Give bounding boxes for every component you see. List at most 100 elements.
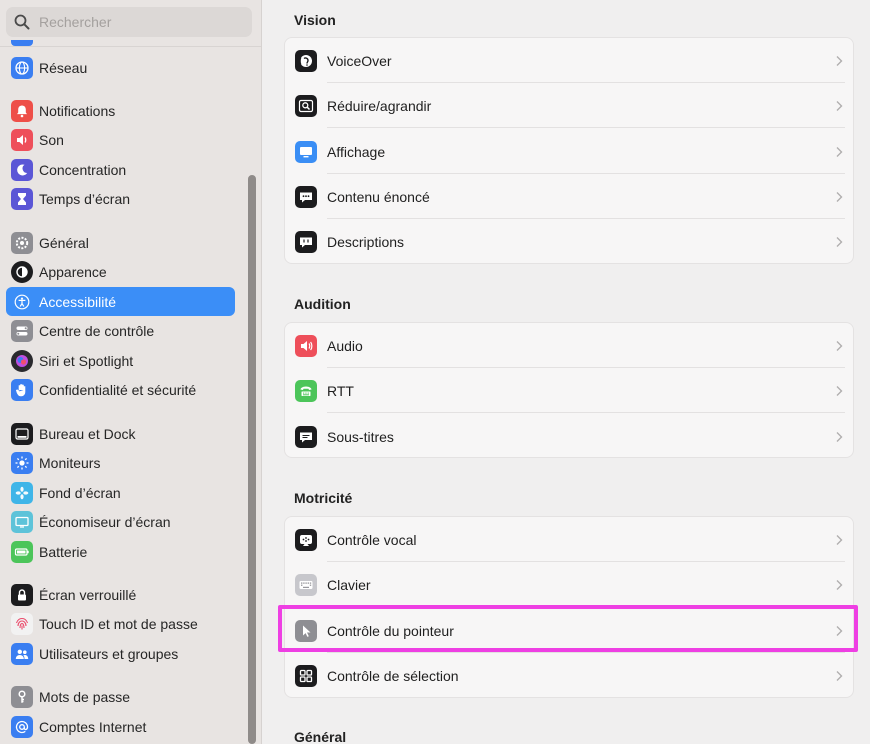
- row-label: Contrôle de sélection: [327, 667, 459, 684]
- group-vision: VoiceOver Réduire/agrandir Affichage Con…: [284, 37, 854, 264]
- row-label: Descriptions: [327, 233, 405, 250]
- voice-control-icon: [295, 528, 317, 551]
- spoken-content-icon: [295, 185, 317, 208]
- row-label: Clavier: [327, 576, 371, 593]
- moon-icon: [11, 158, 33, 181]
- chevron-right-icon: [836, 236, 843, 247]
- fingerprint-icon: [11, 612, 33, 635]
- chevron-right-icon: [836, 340, 843, 351]
- sidebar-item-mots-de-passe[interactable]: Mots de passe: [6, 682, 235, 711]
- row-contenu-enonce[interactable]: Contenu énoncé: [285, 174, 855, 219]
- sidebar-item-utilisateurs[interactable]: Utilisateurs et groupes: [6, 639, 235, 668]
- row-clavier[interactable]: Clavier: [285, 562, 855, 607]
- group-motricite: Contrôle vocal Clavier Contrôle du point…: [284, 516, 854, 698]
- sidebar-item-siri-spotlight[interactable]: Siri et Spotlight: [6, 346, 235, 375]
- row-label: Réduire/agrandir: [327, 97, 432, 114]
- sidebar-item-accessibilite[interactable]: Accessibilité: [6, 287, 235, 316]
- sidebar-item-label: Bureau et Dock: [39, 425, 136, 442]
- sidebar-item-label: Apparence: [39, 263, 107, 280]
- sidebar-item-label: Siri et Spotlight: [39, 352, 134, 369]
- sidebar-item-label: Moniteurs: [39, 454, 101, 471]
- siri-icon: [11, 349, 33, 372]
- pointer-icon: [295, 619, 317, 642]
- switch-control-icon: [295, 664, 317, 687]
- subtitles-icon: [295, 425, 317, 448]
- sidebar-scrollbar[interactable]: [248, 175, 256, 744]
- battery-icon: [11, 540, 33, 563]
- sidebar-item-touch-id[interactable]: Touch ID et mot de passe: [6, 609, 235, 638]
- globe-icon: [11, 56, 33, 79]
- chevron-right-icon: [836, 385, 843, 396]
- chevron-right-icon: [836, 431, 843, 442]
- sidebar-item-centre-controle[interactable]: Centre de contrôle: [6, 316, 235, 345]
- zoom-icon: [295, 94, 317, 117]
- sun-icon: [11, 451, 33, 474]
- dock-icon: [11, 422, 33, 445]
- divider: [0, 46, 261, 47]
- sidebar-item-ecran-verrouille[interactable]: Écran verrouillé: [6, 580, 235, 609]
- partial-sidebar-icon: [11, 40, 33, 46]
- sidebar-item-label: Centre de contrôle: [39, 322, 155, 339]
- row-reduire-agrandir[interactable]: Réduire/agrandir: [285, 83, 855, 128]
- divider: [327, 412, 845, 413]
- speaker-icon: [11, 128, 33, 151]
- sidebar-item-concentration[interactable]: Concentration: [6, 155, 235, 184]
- row-label: Contenu énoncé: [327, 188, 430, 205]
- hourglass-icon: [11, 187, 33, 210]
- row-descriptions[interactable]: Descriptions: [285, 219, 855, 264]
- chevron-right-icon: [836, 55, 843, 66]
- accessibility-icon: [11, 291, 33, 313]
- sidebar-item-label: Son: [39, 131, 64, 148]
- sidebar-item-label: Utilisateurs et groupes: [39, 645, 179, 662]
- chevron-right-icon: [836, 100, 843, 111]
- sidebar-item-apparence[interactable]: Apparence: [6, 257, 235, 286]
- row-controle-vocal[interactable]: Contrôle vocal: [285, 517, 855, 562]
- row-controle-selection[interactable]: Contrôle de sélection: [285, 653, 855, 698]
- sidebar-item-label: Accessibilité: [39, 293, 117, 310]
- chevron-right-icon: [836, 625, 843, 636]
- sidebar: Rechercher Réseau Notifications Son Conc…: [0, 0, 262, 744]
- sidebar-item-confidentialite[interactable]: Confidentialité et sécurité: [6, 375, 235, 404]
- sidebar-item-batterie[interactable]: Batterie: [6, 537, 235, 566]
- search-field[interactable]: Rechercher: [6, 7, 252, 37]
- main-content: Vision VoiceOver Réduire/agrandir Affich…: [262, 0, 870, 744]
- chevron-right-icon: [836, 146, 843, 157]
- lock-icon: [11, 583, 33, 606]
- row-label: Sous-titres: [327, 428, 394, 445]
- sidebar-item-son[interactable]: Son: [6, 125, 235, 154]
- row-label: VoiceOver: [327, 52, 392, 69]
- chevron-right-icon: [836, 670, 843, 681]
- row-controle-pointeur[interactable]: Contrôle du pointeur: [285, 608, 855, 653]
- sidebar-item-general[interactable]: Général: [6, 228, 235, 257]
- gear-icon: [11, 231, 33, 254]
- sidebar-item-notifications[interactable]: Notifications: [6, 96, 235, 125]
- control-center-icon: [11, 319, 33, 342]
- screensaver-icon: [11, 510, 33, 533]
- row-audio[interactable]: Audio: [285, 323, 855, 368]
- row-sous-titres[interactable]: Sous-titres: [285, 414, 855, 459]
- row-affichage[interactable]: Affichage: [285, 129, 855, 174]
- row-voiceover[interactable]: VoiceOver: [285, 38, 855, 83]
- sidebar-item-label: Réseau: [39, 59, 88, 76]
- row-label: Contrôle vocal: [327, 531, 417, 548]
- descriptions-icon: [295, 230, 317, 253]
- sidebar-item-label: Concentration: [39, 161, 127, 178]
- sidebar-item-bureau-dock[interactable]: Bureau et Dock: [6, 419, 235, 448]
- row-label: Contrôle du pointeur: [327, 622, 454, 639]
- sidebar-item-fond-ecran[interactable]: Fond d’écran: [6, 478, 235, 507]
- sidebar-item-moniteurs[interactable]: Moniteurs: [6, 448, 235, 477]
- rtt-icon: [295, 379, 317, 402]
- search-icon: [14, 14, 30, 30]
- sidebar-item-reseau[interactable]: Réseau: [6, 53, 235, 82]
- row-label: Audio: [327, 337, 363, 354]
- wallpaper-icon: [11, 481, 33, 504]
- row-rtt[interactable]: RTT: [285, 368, 855, 413]
- sidebar-item-temps-ecran[interactable]: Temps d’écran: [6, 184, 235, 213]
- users-icon: [11, 642, 33, 665]
- sidebar-item-label: Temps d’écran: [39, 190, 131, 207]
- sidebar-item-economiseur[interactable]: Économiseur d’écran: [6, 507, 235, 536]
- sidebar-item-label: Général: [39, 234, 89, 251]
- voiceover-icon: [295, 49, 317, 72]
- section-title-vision: Vision: [294, 12, 336, 28]
- sidebar-item-comptes-internet[interactable]: Comptes Internet: [6, 712, 235, 741]
